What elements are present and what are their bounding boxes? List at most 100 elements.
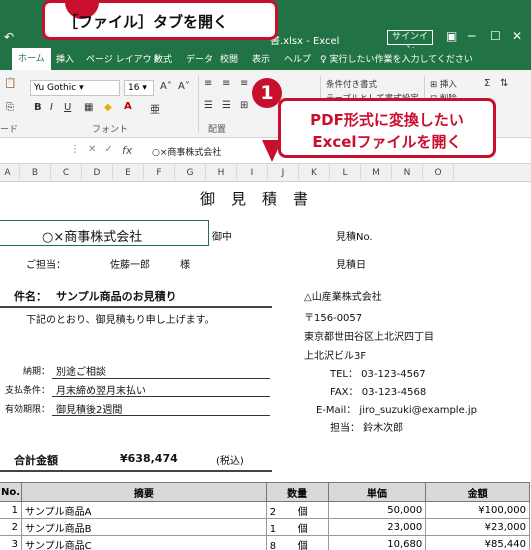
- align-middle-icon[interactable]: ≡: [222, 78, 230, 89]
- underline-button[interactable]: U: [64, 102, 71, 113]
- bold-button[interactable]: B: [34, 102, 42, 113]
- italic-button[interactable]: I: [50, 102, 53, 113]
- formula-input[interactable]: ○×商事株式会社: [152, 145, 221, 158]
- minimize-icon[interactable]: ─: [468, 29, 475, 43]
- merge-center-icon[interactable]: ⊞: [240, 100, 248, 111]
- font-name-select[interactable]: Yu Gothic ▾: [30, 80, 120, 96]
- contact-label: ご担当：: [26, 260, 66, 271]
- table-row: 2 サンプル商品B 1個 23,000 ¥23,000: [0, 518, 530, 536]
- tab-view[interactable]: 表示: [252, 52, 270, 65]
- callout-open-file-tab: ［ファイル］タブを開く: [42, 0, 278, 40]
- payment-label: 支払条件：: [4, 386, 50, 396]
- delivery-label: 納期：: [22, 367, 50, 377]
- column-header[interactable]: O: [423, 164, 454, 182]
- tell-me-text: 実行したい作業を入力してください: [329, 55, 473, 65]
- align-top-icon[interactable]: ≡: [204, 78, 212, 89]
- column-header[interactable]: C: [51, 164, 82, 182]
- tab-review[interactable]: 校閲: [220, 52, 238, 65]
- group-alignment-label: 配置: [208, 125, 227, 135]
- callout-line1: PDF形式に変換したい: [310, 111, 464, 129]
- ribbon-separator: [198, 76, 199, 132]
- row-description: サンプル商品C: [20, 535, 267, 550]
- insert-cells-button[interactable]: ⊞ 挿入: [430, 78, 457, 90]
- column-header[interactable]: B: [20, 164, 51, 182]
- column-header[interactable]: I: [237, 164, 268, 182]
- postal-code: 〒156-0057: [304, 313, 363, 324]
- subject-underline: [0, 306, 272, 308]
- step-1-badge: 1: [252, 78, 282, 108]
- header-amount: 金額: [425, 482, 530, 502]
- shrink-font-icon[interactable]: A˅: [178, 81, 190, 92]
- phonetic-icon[interactable]: 亜: [150, 101, 160, 116]
- quote-no-label: 見積No.: [336, 232, 373, 243]
- honorific: 様: [180, 260, 190, 271]
- column-header[interactable]: F: [144, 164, 175, 182]
- address-line1: 東京都世田谷区上北沢四丁目: [304, 332, 434, 343]
- window-title: 書.xlsx - Excel: [270, 36, 340, 47]
- group-font-label: フォント: [92, 125, 129, 135]
- sort-filter-icon[interactable]: ⇅: [500, 78, 508, 89]
- tab-insert[interactable]: 挿入: [56, 52, 74, 65]
- column-header[interactable]: E: [113, 164, 144, 182]
- group-clipboard-label: ード: [0, 125, 19, 135]
- sign-in-button[interactable]: サインイン: [387, 30, 433, 55]
- onchu-label: 御中: [212, 232, 232, 243]
- borders-icon[interactable]: ▦: [84, 102, 93, 113]
- total-label: 合計金額: [14, 454, 58, 467]
- column-header[interactable]: J: [268, 164, 299, 182]
- row-amount: ¥100,000: [425, 501, 530, 519]
- column-header[interactable]: G: [175, 164, 206, 182]
- align-left-icon[interactable]: ☰: [204, 100, 213, 111]
- row-unit: 個: [297, 523, 308, 535]
- worksheet[interactable]: 御見積書 ○×商事株式会社 御中 見積No. ご担当： 佐藤一郎 様 見積日 件…: [0, 182, 531, 550]
- conditional-format-button[interactable]: 条件付き書式: [326, 78, 377, 90]
- column-header[interactable]: H: [206, 164, 237, 182]
- align-center-icon[interactable]: ☰: [222, 100, 231, 111]
- addressee: ○×商事株式会社: [42, 230, 143, 245]
- delivery-underline: [52, 378, 270, 379]
- formula-bar-icons[interactable]: ⋮✕✓: [70, 144, 121, 155]
- row-quantity: 8個: [265, 535, 329, 550]
- undo-icon[interactable]: ↶: [4, 30, 14, 44]
- row-quantity: 1個: [265, 518, 329, 536]
- column-header[interactable]: D: [82, 164, 113, 182]
- sum-icon[interactable]: Σ: [484, 78, 490, 89]
- column-header[interactable]: A: [0, 164, 20, 182]
- row-qty: 1: [269, 523, 277, 535]
- maximize-icon[interactable]: ☐: [490, 29, 501, 43]
- contact-name: 佐藤一郎: [110, 260, 150, 271]
- validity-underline: [52, 415, 270, 416]
- subject: サンプル商品のお見積り: [56, 290, 177, 303]
- row-qty: 2: [269, 506, 277, 518]
- payment-underline: [52, 396, 270, 397]
- header-no: No.: [0, 482, 22, 502]
- fax: FAX： 03-123-4568: [330, 387, 427, 398]
- tab-page-layout[interactable]: ページ レイアウト: [86, 52, 161, 65]
- font-size-select[interactable]: 16 ▾: [124, 80, 154, 96]
- table-header-row: No. 摘要 数量 単価 金額: [0, 482, 530, 502]
- column-header[interactable]: K: [299, 164, 330, 182]
- tell-me-box[interactable]: ♀ 実行したい作業を入力してください: [320, 52, 473, 65]
- column-header[interactable]: L: [330, 164, 361, 182]
- font-color-icon[interactable]: A: [124, 101, 132, 112]
- tab-data[interactable]: データ: [186, 52, 213, 65]
- tab-formulas[interactable]: 数式: [154, 52, 172, 65]
- row-description: サンプル商品B: [20, 518, 267, 536]
- total-underline: [0, 470, 272, 472]
- screenshot: ↶ 書.xlsx - Excel サインイン ▣ ─ ☐ ✕ ホーム 挿入 ペー…: [0, 0, 531, 550]
- ribbon-display-icon[interactable]: ▣: [446, 29, 457, 43]
- tel: TEL： 03-123-4567: [330, 369, 426, 380]
- row-no: 2: [0, 518, 22, 536]
- tab-home[interactable]: ホーム: [12, 48, 51, 70]
- grow-font-icon[interactable]: A˄: [160, 81, 172, 92]
- paste-icon[interactable]: 📋: [4, 78, 16, 89]
- fx-icon[interactable]: fx: [122, 144, 132, 157]
- column-header[interactable]: N: [392, 164, 423, 182]
- align-bottom-icon[interactable]: ≡: [240, 78, 248, 89]
- column-header[interactable]: M: [361, 164, 392, 182]
- close-icon[interactable]: ✕: [512, 29, 522, 43]
- fill-color-icon[interactable]: ◆: [104, 102, 112, 113]
- total-amount: ¥638,474: [120, 452, 178, 465]
- tab-help[interactable]: ヘルプ: [284, 52, 311, 65]
- copy-icon[interactable]: ⎘: [6, 102, 14, 113]
